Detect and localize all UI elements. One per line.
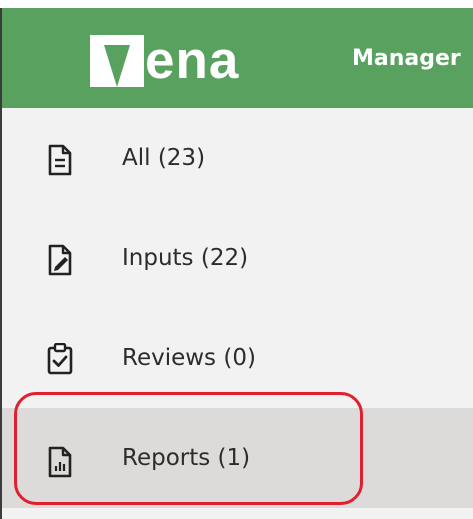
logo-v-mark: [90, 35, 144, 87]
header-title[interactable]: Manager: [352, 46, 461, 71]
sidebar-item-reports[interactable]: Reports (1): [2, 408, 473, 508]
sidebar-item-reviews[interactable]: Reviews (0): [2, 308, 473, 408]
sidebar-item-label: Reports (1): [122, 445, 251, 471]
vena-logo[interactable]: ena: [90, 27, 239, 87]
sidebar-item-label: Reviews (0): [122, 345, 256, 371]
edit-document-icon: [48, 244, 72, 276]
sidebar-item-label: Inputs (22): [122, 245, 249, 271]
clipboard-check-icon: [47, 343, 73, 375]
sidebar: All (23) Inputs (22) Reviews (0) Reports…: [0, 108, 473, 519]
sidebar-item-inputs[interactable]: Inputs (22): [2, 208, 473, 308]
report-document-icon: [48, 446, 72, 478]
sidebar-item-all[interactable]: All (23): [2, 108, 473, 208]
document-icon: [48, 144, 72, 176]
app-header: ena Manager: [0, 8, 473, 108]
sidebar-item-label: All (23): [122, 145, 206, 171]
logo-text: ena: [145, 31, 240, 90]
top-margin: [0, 0, 473, 8]
